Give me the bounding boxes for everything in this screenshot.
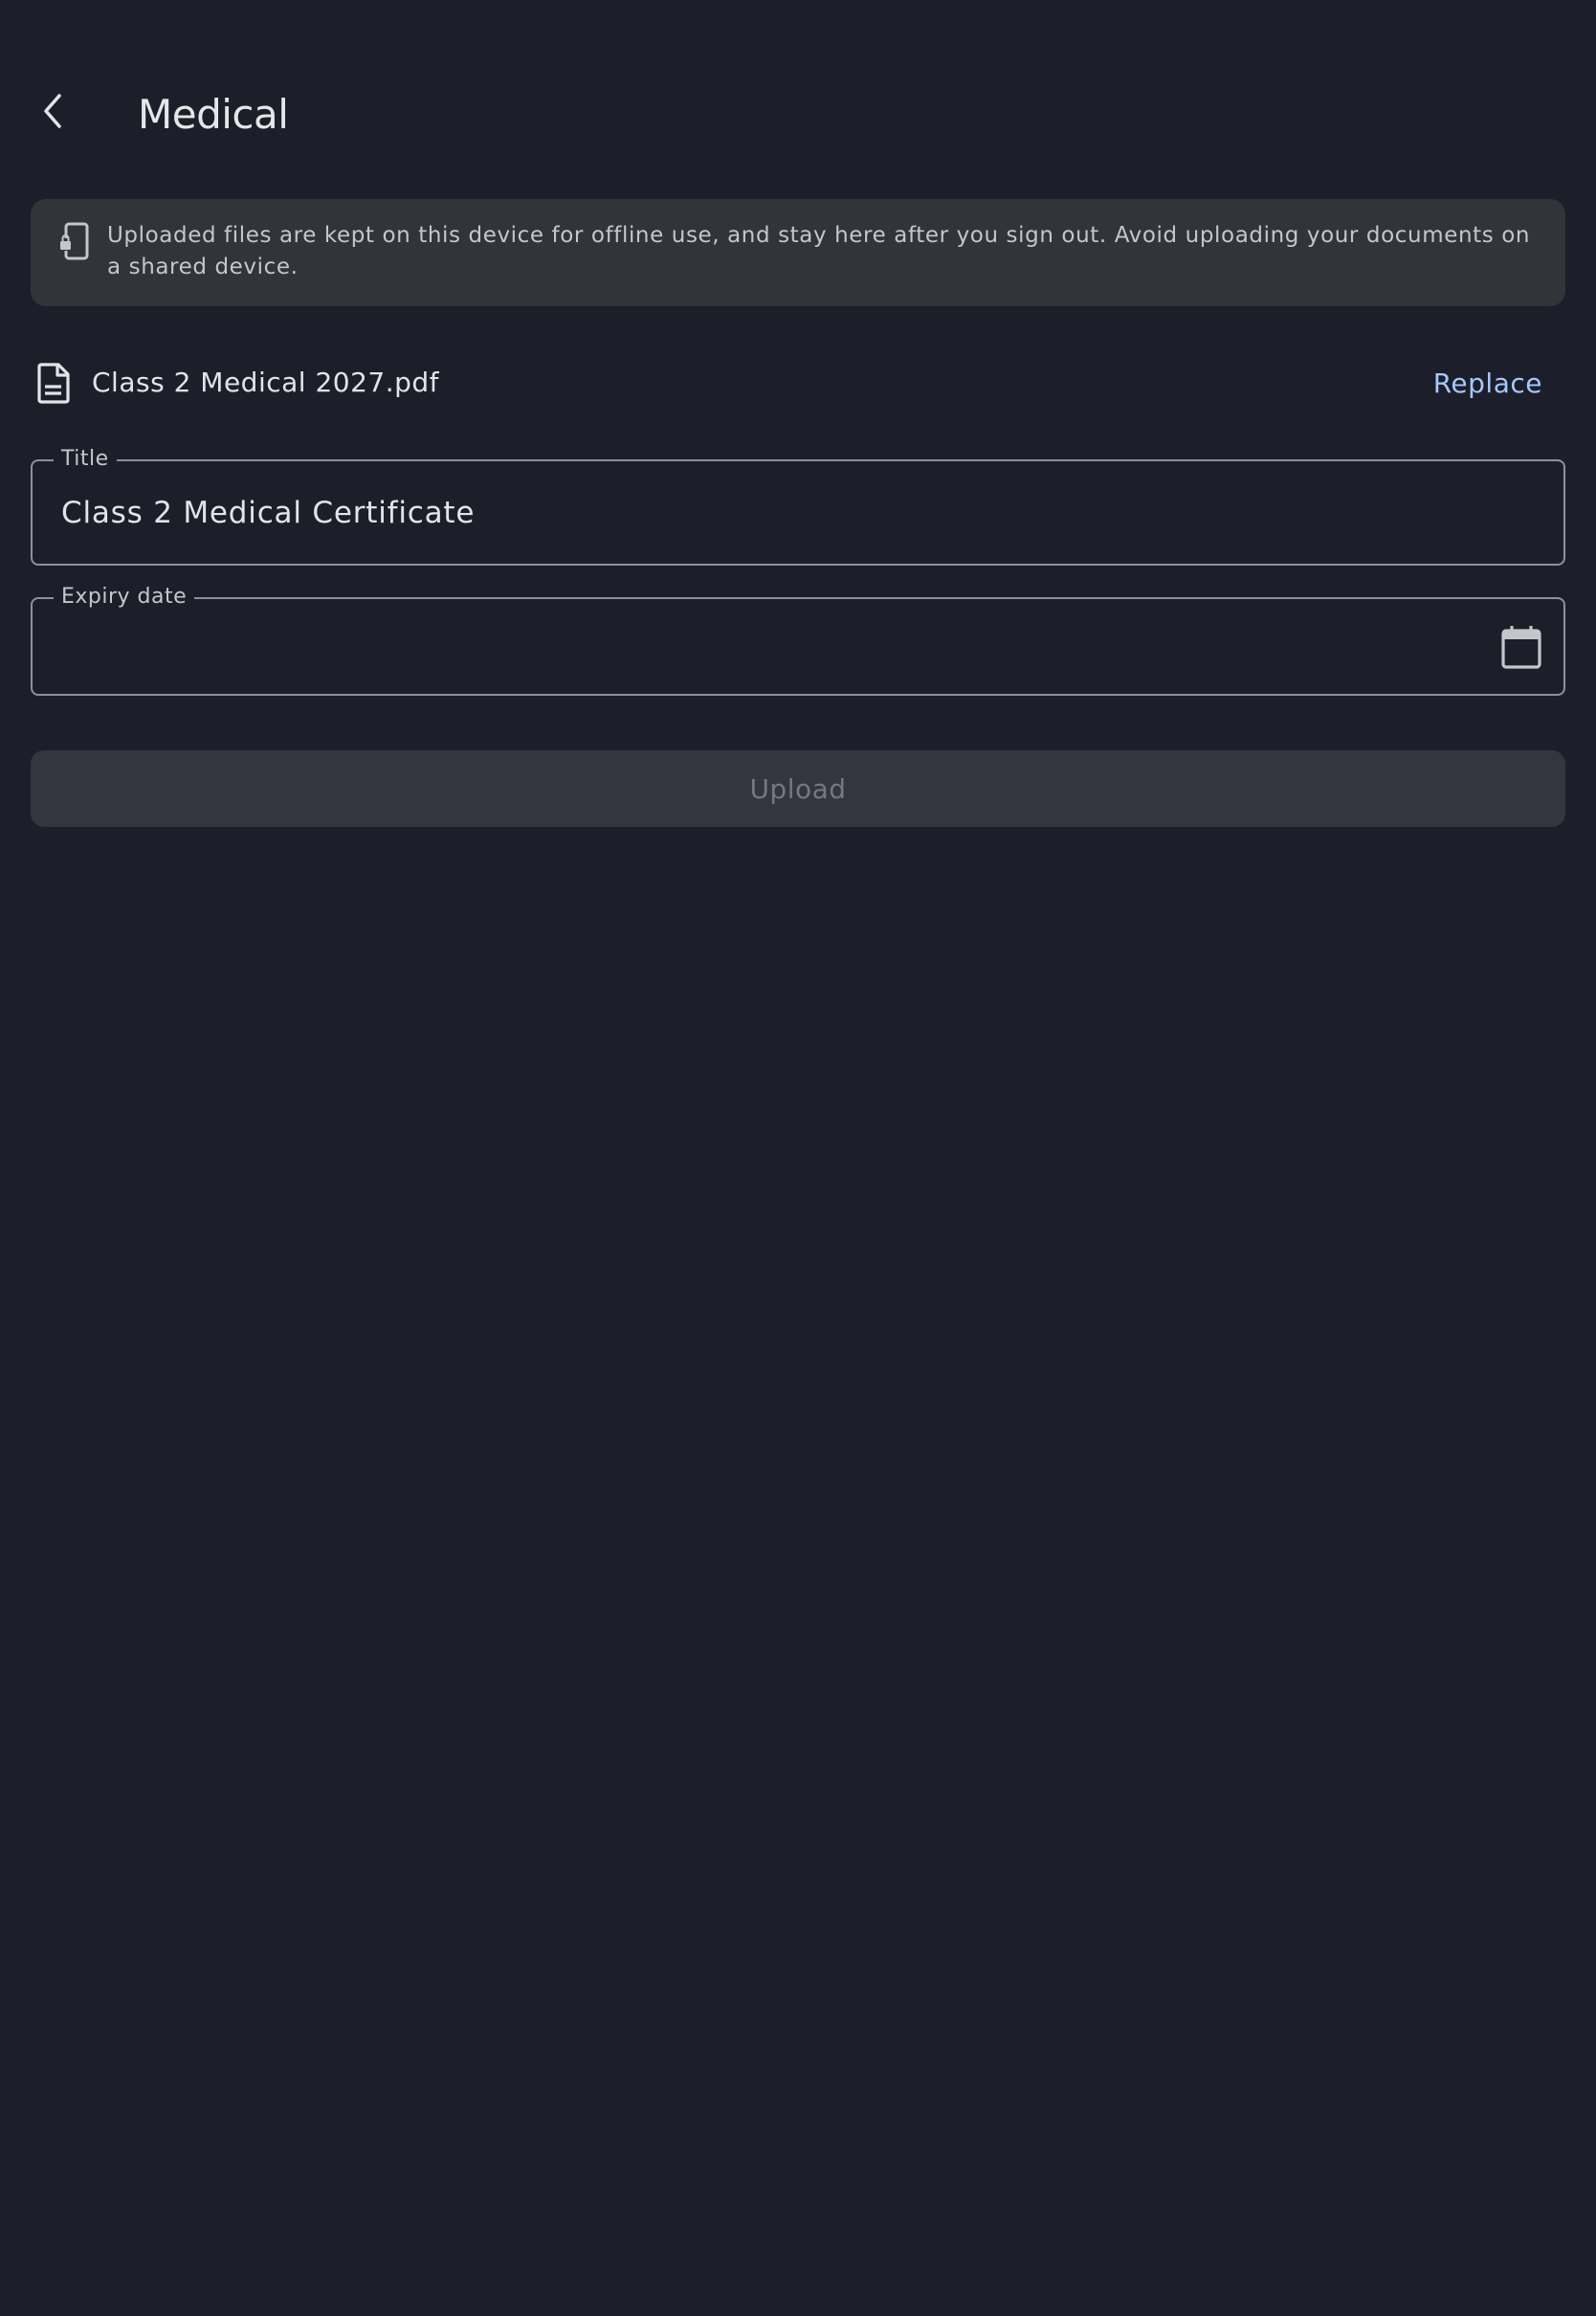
back-button[interactable] <box>23 80 84 142</box>
arrow-back-icon <box>44 94 61 128</box>
replace-button[interactable]: Replace <box>1422 360 1542 406</box>
file-name: Class 2 Medical 2027.pdf <box>92 367 440 398</box>
title-field-label: Title <box>54 446 117 473</box>
calendar-button[interactable] <box>1496 622 1546 672</box>
page-title: Medical <box>138 91 289 138</box>
selected-file-row: Class 2 Medical 2027.pdf Replace <box>31 348 1565 417</box>
expiry-date-input[interactable] <box>61 626 1458 668</box>
expiry-date-field[interactable]: Expiry date <box>31 584 1565 696</box>
upload-button[interactable]: Upload <box>31 750 1565 827</box>
phone-lock-icon <box>58 222 89 260</box>
app-bar: Medical <box>0 0 1596 191</box>
calendar-icon <box>1501 626 1541 669</box>
expiry-date-label: Expiry date <box>54 584 195 611</box>
notice-text: Uploaded files are kept on this device f… <box>107 223 1531 279</box>
document-icon <box>37 363 70 404</box>
title-field[interactable]: Title <box>31 446 1565 566</box>
offline-storage-notice: Uploaded files are kept on this device f… <box>31 199 1565 306</box>
title-input[interactable] <box>61 492 1535 534</box>
